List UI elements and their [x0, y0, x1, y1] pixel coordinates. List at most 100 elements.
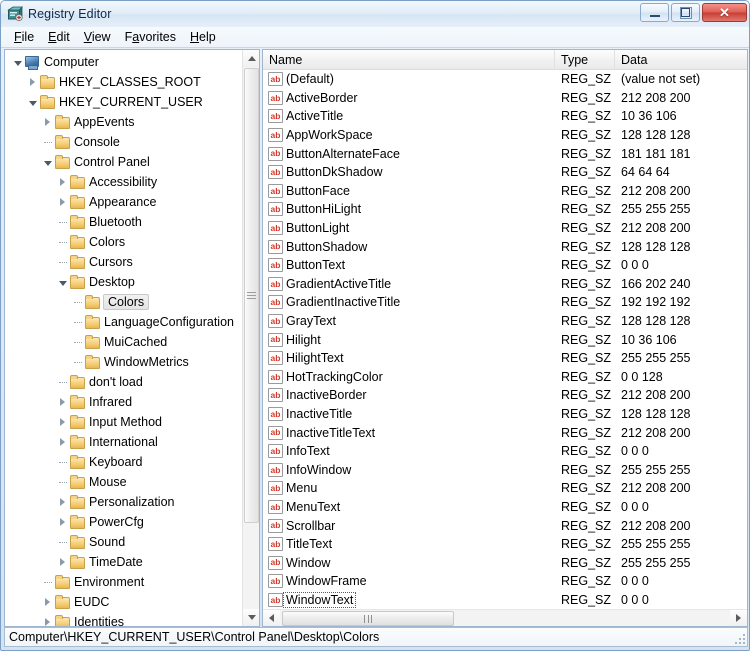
table-row[interactable]: ab ButtonFace REG_SZ 212 208 200: [263, 182, 747, 201]
table-row[interactable]: ab MenuText REG_SZ 0 0 0: [263, 498, 747, 517]
expander-expanded-icon[interactable]: [26, 92, 39, 112]
expander-collapsed-icon[interactable]: [41, 612, 54, 626]
tree-scrollbar-thumb[interactable]: [244, 68, 259, 523]
scroll-down-button[interactable]: [243, 609, 259, 626]
scroll-up-button[interactable]: [243, 50, 259, 67]
expander-collapsed-icon[interactable]: [56, 552, 69, 572]
expander-expanded-icon[interactable]: [56, 272, 69, 292]
table-row[interactable]: ab (Default) REG_SZ (value not set): [263, 70, 747, 89]
tree-node-mouse[interactable]: Mouse: [5, 472, 243, 492]
table-row[interactable]: ab InactiveBorder REG_SZ 212 208 200: [263, 386, 747, 405]
tree-node-windowmetrics[interactable]: WindowMetrics: [5, 352, 243, 372]
scroll-left-button[interactable]: [263, 609, 280, 626]
tree-node-powercfg[interactable]: PowerCfg: [5, 512, 243, 532]
expander-collapsed-icon[interactable]: [56, 172, 69, 192]
expander-collapsed-icon[interactable]: [56, 192, 69, 212]
tree-node-eudc[interactable]: EUDC: [5, 592, 243, 612]
maximize-button[interactable]: [671, 3, 700, 22]
tree-vertical-scrollbar[interactable]: [242, 50, 259, 626]
folder-icon: [69, 255, 85, 269]
expander-collapsed-icon[interactable]: [41, 592, 54, 612]
cell-type: REG_SZ: [561, 183, 612, 198]
tree-node-international[interactable]: International: [5, 432, 243, 452]
tree-node-cursors[interactable]: Cursors: [5, 252, 243, 272]
tree-node-languageconfiguration[interactable]: LanguageConfiguration: [5, 312, 243, 332]
menu-edit[interactable]: Edit: [41, 28, 77, 46]
tree-node-environment[interactable]: Environment: [5, 572, 243, 592]
table-row[interactable]: ab AppWorkSpace REG_SZ 128 128 128: [263, 126, 747, 145]
table-row[interactable]: ab Window REG_SZ 255 255 255: [263, 553, 747, 572]
registry-tree[interactable]: Computer HKEY_CLASSES_ROOT HKEY_CURRENT_US…: [5, 50, 243, 626]
tree-node-appevents[interactable]: AppEvents: [5, 112, 243, 132]
tree-node-console[interactable]: Console: [5, 132, 243, 152]
table-row[interactable]: ab Menu REG_SZ 212 208 200: [263, 479, 747, 498]
menu-file[interactable]: File: [7, 28, 41, 46]
tree-node-don-t-load[interactable]: don't load: [5, 372, 243, 392]
column-header-name[interactable]: Name: [263, 50, 555, 70]
tree-node-hkey-current-user[interactable]: HKEY_CURRENT_USER: [5, 92, 243, 112]
table-row[interactable]: ab ButtonLight REG_SZ 212 208 200: [263, 219, 747, 238]
title-bar[interactable]: Registry Editor ✕: [1, 1, 749, 27]
table-row[interactable]: ab InactiveTitleText REG_SZ 212 208 200: [263, 423, 747, 442]
expander-collapsed-icon[interactable]: [56, 492, 69, 512]
table-row[interactable]: ab HilightText REG_SZ 255 255 255: [263, 349, 747, 368]
table-row[interactable]: ab ButtonAlternateFace REG_SZ 181 181 181: [263, 144, 747, 163]
tree-node-accessibility[interactable]: Accessibility: [5, 172, 243, 192]
table-row[interactable]: ab ActiveTitle REG_SZ 10 36 106: [263, 107, 747, 126]
expander-collapsed-icon[interactable]: [56, 412, 69, 432]
column-header-type[interactable]: Type: [555, 50, 615, 70]
list-scrollbar-thumb[interactable]: [282, 611, 454, 626]
tree-node-muicached[interactable]: MuiCached: [5, 332, 243, 352]
table-row[interactable]: ab GradientActiveTitle REG_SZ 166 202 240: [263, 275, 747, 294]
expander-collapsed-icon[interactable]: [56, 512, 69, 532]
expander-collapsed-icon[interactable]: [41, 112, 54, 132]
menu-help[interactable]: Help: [183, 28, 223, 46]
table-row[interactable]: ab Hilight REG_SZ 10 36 106: [263, 330, 747, 349]
tree-node-control-panel[interactable]: Control Panel: [5, 152, 243, 172]
table-row[interactable]: ab ButtonHiLight REG_SZ 255 255 255: [263, 200, 747, 219]
table-row[interactable]: ab Scrollbar REG_SZ 212 208 200: [263, 516, 747, 535]
table-row[interactable]: ab HotTrackingColor REG_SZ 0 0 128: [263, 368, 747, 387]
table-row[interactable]: ab TitleText REG_SZ 255 255 255: [263, 535, 747, 554]
table-row[interactable]: ab GrayText REG_SZ 128 128 128: [263, 312, 747, 331]
table-row[interactable]: ab ActiveBorder REG_SZ 212 208 200: [263, 89, 747, 108]
expander-collapsed-icon[interactable]: [26, 72, 39, 92]
expander-expanded-icon[interactable]: [11, 52, 24, 72]
tree-node-input-method[interactable]: Input Method: [5, 412, 243, 432]
tree-node-hkey-classes-root[interactable]: HKEY_CLASSES_ROOT: [5, 72, 243, 92]
table-row[interactable]: ab InfoText REG_SZ 0 0 0: [263, 442, 747, 461]
tree-node-bluetooth[interactable]: Bluetooth: [5, 212, 243, 232]
table-row[interactable]: ab ButtonText REG_SZ 0 0 0: [263, 256, 747, 275]
tree-node-personalization[interactable]: Personalization: [5, 492, 243, 512]
tree-node-identities[interactable]: Identities: [5, 612, 243, 626]
close-button[interactable]: ✕: [702, 3, 747, 22]
list-horizontal-scrollbar[interactable]: [263, 609, 747, 626]
column-header-data[interactable]: Data: [615, 50, 746, 70]
tree-node-colors[interactable]: Colors: [5, 232, 243, 252]
expander-collapsed-icon[interactable]: [56, 392, 69, 412]
scroll-right-button[interactable]: [730, 609, 747, 626]
tree-node-desktop[interactable]: Desktop: [5, 272, 243, 292]
menu-favorites[interactable]: Favorites: [118, 28, 183, 46]
registry-values-list[interactable]: ab (Default) REG_SZ (value not set) ab Active…: [263, 70, 747, 608]
expander-expanded-icon[interactable]: [41, 152, 54, 172]
resize-grip-icon[interactable]: [733, 632, 745, 644]
table-row[interactable]: ab ButtonShadow REG_SZ 128 128 128: [263, 237, 747, 256]
tree-node-infrared[interactable]: Infrared: [5, 392, 243, 412]
tree-node-appearance[interactable]: Appearance: [5, 192, 243, 212]
tree-node-timedate[interactable]: TimeDate: [5, 552, 243, 572]
table-row[interactable]: ab ButtonDkShadow REG_SZ 64 64 64: [263, 163, 747, 182]
tree-node-keyboard[interactable]: Keyboard: [5, 452, 243, 472]
minimize-button[interactable]: [640, 3, 669, 22]
menu-view[interactable]: View: [77, 28, 118, 46]
hscroll-track[interactable]: [280, 610, 730, 626]
table-row[interactable]: ab InactiveTitle REG_SZ 128 128 128: [263, 405, 747, 424]
tree-node-computer[interactable]: Computer: [5, 52, 243, 72]
tree-node-colors[interactable]: Colors: [5, 292, 243, 312]
table-row[interactable]: ab InfoWindow REG_SZ 255 255 255: [263, 460, 747, 479]
table-row[interactable]: ab WindowText REG_SZ 0 0 0: [263, 591, 747, 608]
expander-collapsed-icon[interactable]: [56, 432, 69, 452]
tree-node-sound[interactable]: Sound: [5, 532, 243, 552]
table-row[interactable]: ab WindowFrame REG_SZ 0 0 0: [263, 572, 747, 591]
table-row[interactable]: ab GradientInactiveTitle REG_SZ 192 192 192: [263, 293, 747, 312]
